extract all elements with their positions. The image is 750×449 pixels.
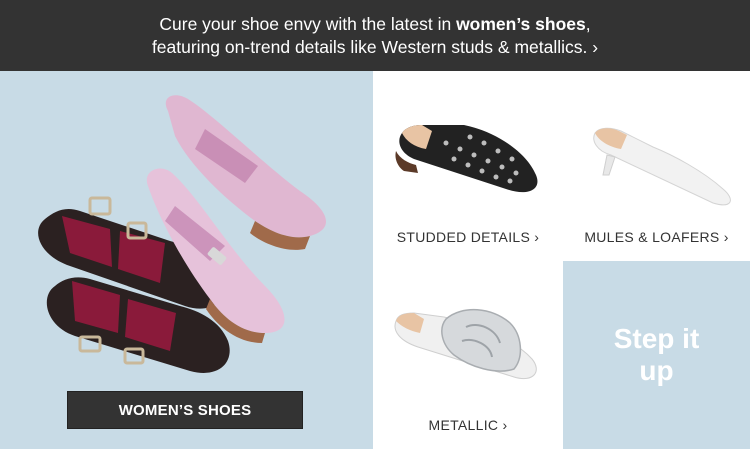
banner-line-1: Cure your shoe envy with the latest in w… [159, 13, 590, 36]
tile-label-mules-loafers: MULES & LOAFERS › [584, 229, 729, 245]
banner-line-2: featuring on-trend details like Western … [151, 36, 599, 57]
banner-line-1-prefix: Cure your shoe envy with the latest in [159, 13, 457, 34]
tile-label-metallic: METALLIC › [428, 417, 508, 433]
promo-banner[interactable]: Cure your shoe envy with the latest in w… [0, 0, 750, 71]
tile-studded-details[interactable]: STUDDED DETAILS › [374, 71, 562, 260]
banner-line-1-suffix: , [585, 13, 591, 34]
womens-shoes-button[interactable]: WOMEN’S SHOES [67, 391, 303, 429]
banner-line-1-bold: women’s shoes [456, 13, 586, 34]
step-it-up-text: Step it up [613, 323, 700, 386]
tile-mules-loafers[interactable]: MULES & LOAFERS › [563, 71, 750, 260]
tile-step-it-up[interactable]: Step it up [563, 261, 750, 449]
tile-label-studded-details: STUDDED DETAILS › [396, 229, 540, 245]
tile-metallic[interactable]: METALLIC › [374, 261, 562, 449]
